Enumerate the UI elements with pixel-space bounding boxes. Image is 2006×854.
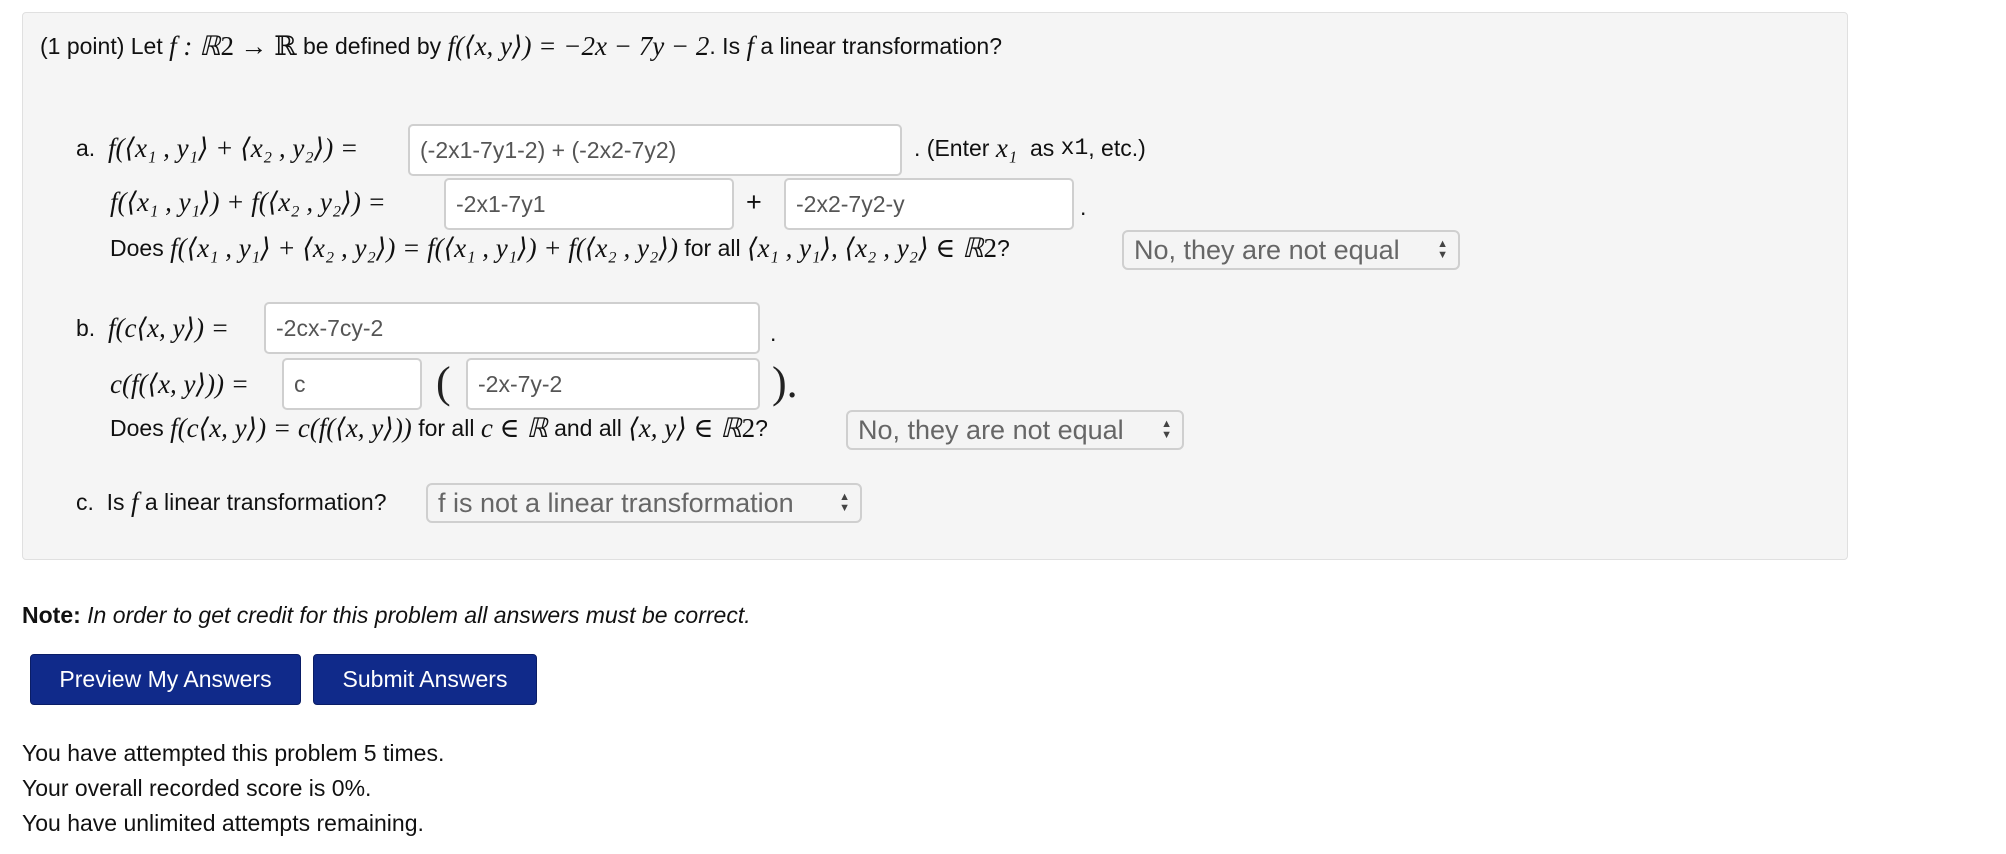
enter-hint-pre: . (Enter bbox=[914, 134, 990, 161]
select-arrows-icon: ▲ ▼ bbox=[839, 491, 850, 514]
period-b1: . bbox=[770, 319, 777, 346]
enter-hint-code: x1 bbox=[1060, 135, 1089, 161]
intro-f: f bbox=[746, 30, 754, 61]
intro-let: Let bbox=[130, 32, 163, 59]
part-a-for-all: for all bbox=[684, 234, 741, 261]
score-text: Your overall recorded score is 0%. bbox=[22, 775, 372, 801]
select-b-value: No, they are not equal bbox=[858, 414, 1124, 445]
intro-defined: be defined by bbox=[303, 32, 442, 59]
part-b-for-all: for all bbox=[418, 414, 475, 441]
part-c-line: c. Is f a linear transformation? bbox=[76, 484, 386, 520]
enter-hint-as: as bbox=[1029, 134, 1055, 161]
part-a-line-3: Does f(⟨x₁ , y₁⟩ + ⟨x₂ , y₂⟩) = f(⟨x₁ , … bbox=[110, 230, 1010, 266]
answer-input-b1[interactable]: -2cx-7cy-2 bbox=[264, 302, 760, 354]
answer-input-a2b[interactable]: -2x2-7y2-y bbox=[784, 178, 1074, 230]
select-arrows-icon: ▲ ▼ bbox=[1161, 418, 1172, 441]
select-c[interactable]: f is not a linear transformation ▲ ▼ bbox=[426, 483, 862, 523]
intro-fsig: f : ℝ bbox=[169, 30, 221, 61]
select-a[interactable]: No, they are not equal ▲ ▼ bbox=[1122, 230, 1460, 270]
part-b-line-1: b. f(c⟨x, y⟩) = bbox=[76, 310, 229, 346]
part-b-qmark: ? bbox=[755, 414, 768, 441]
part-b-does: Does bbox=[110, 414, 164, 441]
part-b-and-all: and all bbox=[554, 414, 622, 441]
part-a-does: Does bbox=[110, 234, 164, 261]
enter-hint: . (Enter x₁ as x1 , etc.) bbox=[914, 130, 1146, 166]
intro-formula: f(⟨x, y⟩) = −2x − 7y − 2 bbox=[447, 30, 710, 61]
intro-arrow: → ℝ bbox=[240, 30, 297, 61]
remaining-text: You have unlimited attempts remaining. bbox=[22, 810, 424, 836]
part-b-lhs2: c(f(⟨x, y⟩)) = bbox=[110, 368, 249, 399]
attempts-text: You have attempted this problem 5 times. bbox=[22, 740, 445, 766]
part-a-lhs1: f(⟨x₁ , y₁⟩ + ⟨x₂ , y₂⟩) = bbox=[107, 132, 359, 163]
part-a-line-1: a. f(⟨x₁ , y₁⟩ + ⟨x₂ , y₂⟩) = bbox=[76, 130, 358, 166]
part-a-line-2: f(⟨x₁ , y₁⟩) + f(⟨x₂ , y₂⟩) = bbox=[110, 184, 386, 220]
close-paren: ). bbox=[772, 357, 798, 407]
preview-answers-button[interactable]: Preview My Answers bbox=[30, 654, 301, 705]
select-arrows-icon: ▲ ▼ bbox=[1437, 238, 1448, 261]
part-c-question-pre: Is bbox=[106, 488, 125, 515]
part-b-lhs1: f(c⟨x, y⟩) = bbox=[107, 312, 229, 343]
period-a2: . bbox=[1080, 193, 1087, 220]
part-a-eq-question: f(⟨x₁ , y₁⟩ + ⟨x₂ , y₂⟩) = f(⟨x₁ , y₁⟩) … bbox=[170, 232, 678, 263]
select-a-value: No, they are not equal bbox=[1134, 234, 1400, 265]
part-b-exp: 2 bbox=[741, 412, 756, 443]
intro-question-b: a linear transformation? bbox=[760, 32, 1002, 59]
enter-hint-post: , etc.) bbox=[1088, 134, 1146, 161]
answer-input-b2b[interactable]: -2x-7y-2 bbox=[466, 358, 760, 410]
problem-panel bbox=[22, 12, 1848, 560]
answer-input-b2a[interactable]: c bbox=[282, 358, 422, 410]
part-b-pair: ⟨x, y⟩ ∈ ℝ bbox=[628, 412, 742, 443]
select-c-value: f is not a linear transformation bbox=[438, 487, 794, 518]
submit-answers-button[interactable]: Submit Answers bbox=[313, 654, 537, 705]
part-b-label: b. bbox=[76, 314, 96, 341]
note-bold: Note: bbox=[22, 601, 81, 628]
point-label: (1 point) bbox=[40, 32, 125, 59]
answer-input-a1[interactable]: (-2x1-7y1-2) + (-2x2-7y2) bbox=[408, 124, 902, 176]
part-b-line-3: Does f(c⟨x, y⟩) = c(f(⟨x, y⟩)) for all c… bbox=[110, 410, 768, 446]
intro-question-a: . Is bbox=[709, 32, 741, 59]
part-a-qmark: ? bbox=[996, 234, 1010, 261]
intro-exp: 2 bbox=[220, 30, 235, 61]
part-a-pairs: ⟨x₁ , y₁⟩, ⟨x₂ , y₂⟩ ∈ ℝ bbox=[746, 232, 984, 263]
part-c-label: c. bbox=[76, 488, 94, 515]
answer-input-a2a[interactable]: -2x1-7y1 bbox=[444, 178, 734, 230]
part-a-exp: 2 bbox=[983, 232, 997, 263]
part-b-eq-question: f(c⟨x, y⟩) = c(f(⟨x, y⟩)) bbox=[170, 412, 412, 443]
problem-statement: (1 point) Let f : ℝ2 → ℝ be defined by f… bbox=[40, 28, 1002, 64]
part-c-f: f bbox=[130, 486, 139, 517]
part-b-line-2: c(f(⟨x, y⟩)) = bbox=[110, 366, 249, 402]
open-paren: ( bbox=[436, 357, 451, 407]
part-c-question-post: a linear transformation? bbox=[144, 488, 387, 515]
select-b[interactable]: No, they are not equal ▲ ▼ bbox=[846, 410, 1184, 450]
part-b-c-in: c ∈ ℝ bbox=[480, 412, 548, 443]
part-a-label: a. bbox=[76, 134, 96, 161]
plus-sign: + bbox=[746, 186, 762, 217]
enter-hint-var: x₁ bbox=[995, 132, 1018, 163]
note-text: In order to get credit for this problem … bbox=[87, 601, 751, 628]
part-a-lhs2: f(⟨x₁ , y₁⟩) + f(⟨x₂ , y₂⟩) = bbox=[110, 186, 386, 217]
note: Note: In order to get credit for this pr… bbox=[22, 598, 751, 632]
